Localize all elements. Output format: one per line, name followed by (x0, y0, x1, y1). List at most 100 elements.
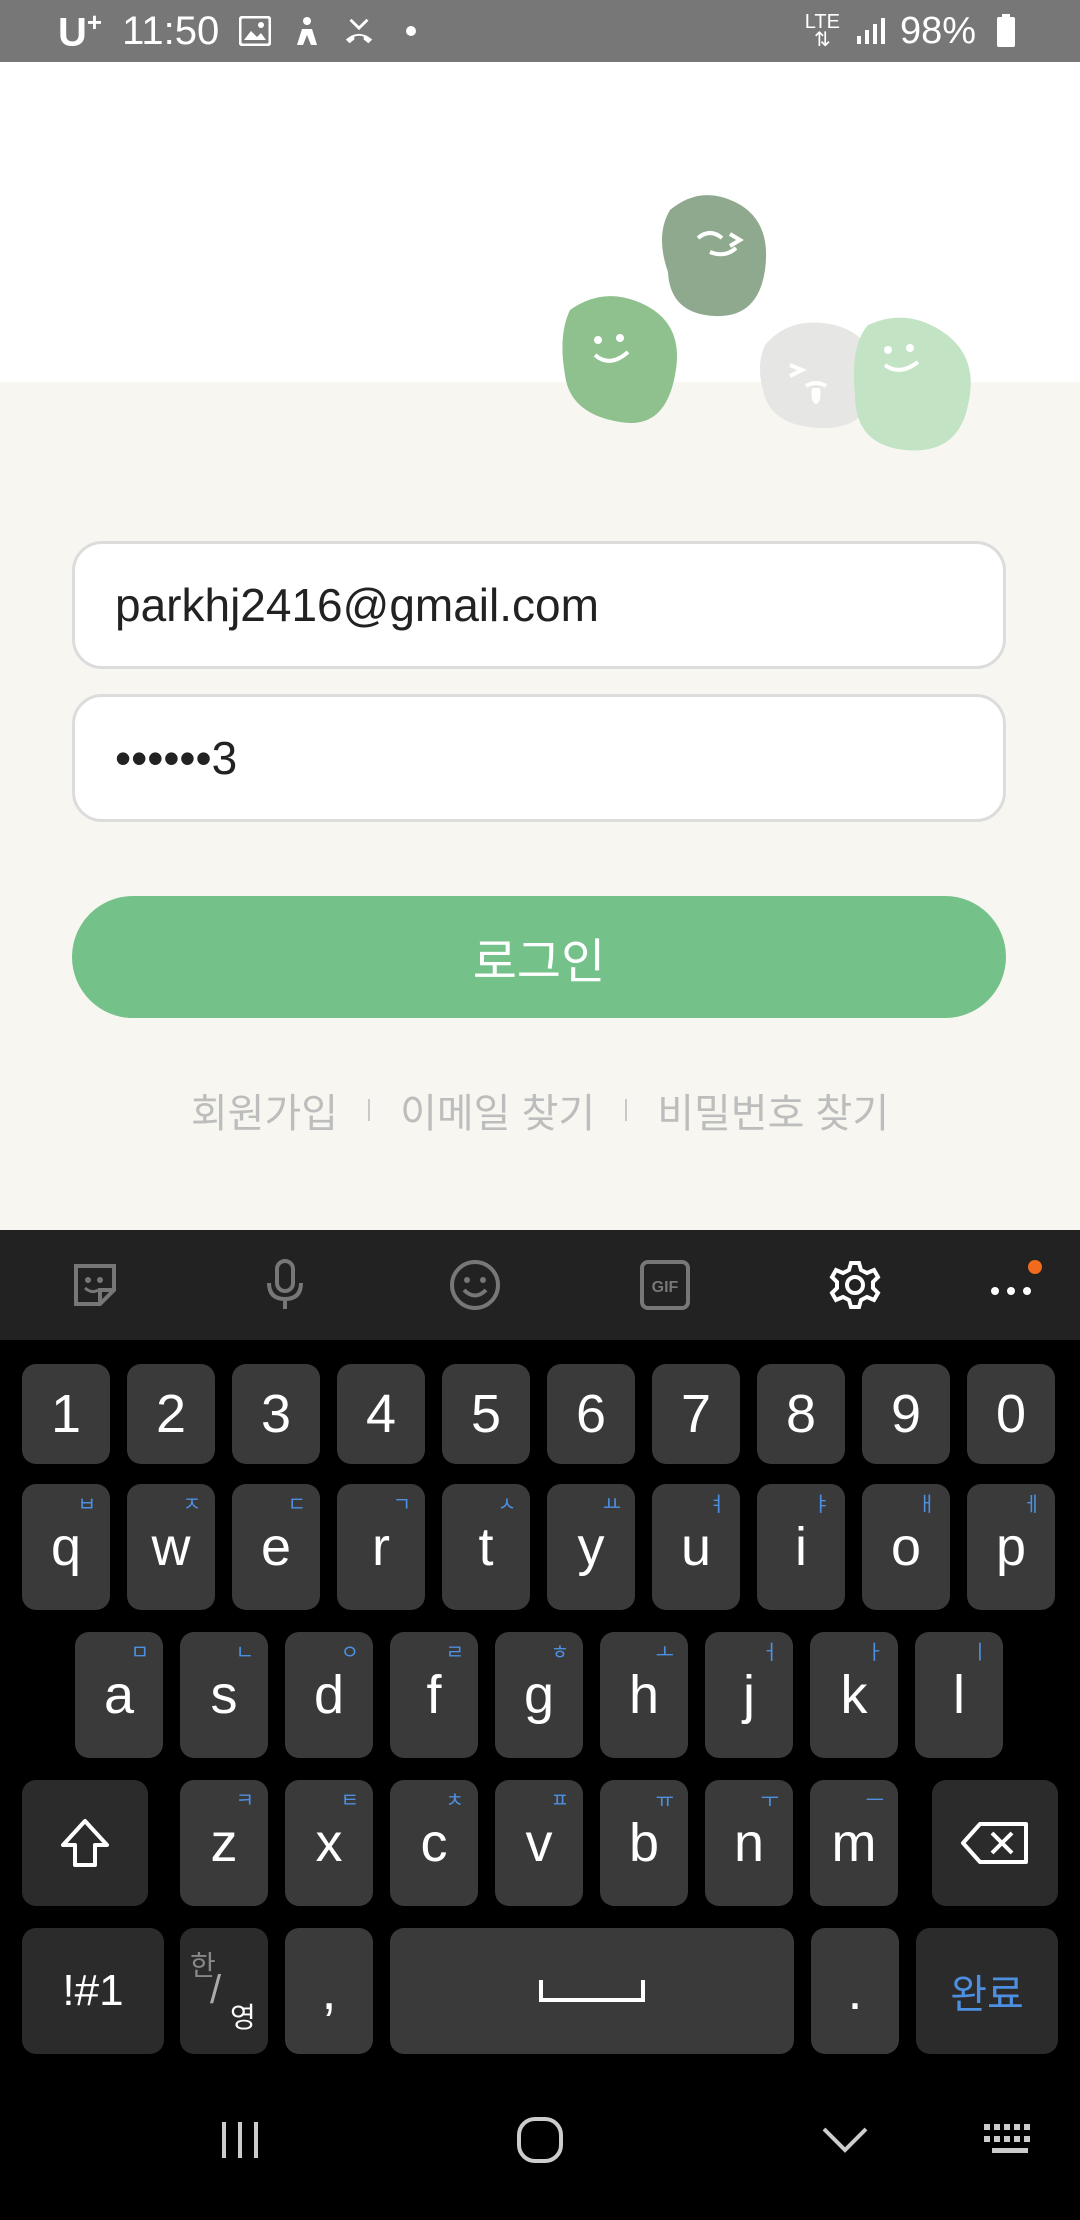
key-r-label: r (372, 1517, 390, 1577)
signal-icon (854, 15, 886, 47)
key-i-label: i (795, 1517, 807, 1577)
sticker-icon[interactable] (0, 1230, 190, 1340)
key-y[interactable]: yㅛ (547, 1484, 635, 1610)
key-r-hint: ㄱ (392, 1494, 411, 1516)
key-v-label: v (525, 1813, 553, 1873)
key-a[interactable]: aㅁ (75, 1632, 163, 1758)
key-o[interactable]: oㅐ (862, 1484, 950, 1610)
key-n[interactable]: nㅜ (705, 1780, 793, 1906)
dot-icon (395, 15, 427, 47)
key-4[interactable]: 4 (337, 1364, 425, 1464)
done-key[interactable]: 완료 (916, 1928, 1058, 2054)
language-key[interactable]: 한 / 영 (180, 1928, 268, 2054)
key-m-label: m (831, 1813, 877, 1873)
navigation-bar (0, 2060, 1080, 2220)
comma-key[interactable]: , (285, 1928, 373, 2054)
backspace-key[interactable] (932, 1780, 1058, 1906)
key-f[interactable]: fㄹ (390, 1632, 478, 1758)
shift-icon (61, 1819, 109, 1867)
key-e[interactable]: eㄷ (232, 1484, 320, 1610)
key-9[interactable]: 9 (862, 1364, 950, 1464)
slash-glyph: / (210, 1968, 222, 2012)
key-q-label: q (50, 1517, 82, 1577)
account-links: 회원가입 이메일 찾기 비밀번호 찾기 (0, 1080, 1080, 1140)
key-h-label: h (628, 1665, 660, 1725)
key-0[interactable]: 0 (967, 1364, 1055, 1464)
key-w[interactable]: wㅈ (127, 1484, 215, 1610)
period-key[interactable]: . (811, 1928, 899, 2054)
key-g[interactable]: gㅎ (495, 1632, 583, 1758)
key-q-hint: ㅂ (77, 1494, 96, 1516)
key-n-label: n (733, 1813, 765, 1873)
key-8[interactable]: 8 (757, 1364, 845, 1464)
emoji-icon[interactable] (380, 1230, 570, 1340)
email-field[interactable]: parkhj2416@gmail.com (72, 541, 1006, 669)
key-e-label: e (260, 1517, 292, 1577)
accessibility-icon (291, 15, 323, 47)
key-h[interactable]: hㅗ (600, 1632, 688, 1758)
svg-text:GIF: GIF (652, 1279, 679, 1296)
back-icon[interactable] (785, 2060, 905, 2220)
home-icon[interactable] (480, 2060, 600, 2220)
key-c-label: c (420, 1813, 448, 1873)
key-p[interactable]: pㅔ (967, 1484, 1055, 1610)
key-v[interactable]: vㅍ (495, 1780, 583, 1906)
recent-apps-icon[interactable] (180, 2060, 300, 2220)
key-m-hint: ㅡ (865, 1790, 884, 1812)
key-j[interactable]: jㅓ (705, 1632, 793, 1758)
key-n-hint: ㅜ (760, 1790, 779, 1812)
key-8-label: 8 (785, 1384, 817, 1444)
key-s[interactable]: sㄴ (180, 1632, 268, 1758)
key-t[interactable]: tㅅ (442, 1484, 530, 1610)
key-2[interactable]: 2 (127, 1364, 215, 1464)
key-5-label: 5 (470, 1384, 502, 1444)
microphone-icon[interactable] (190, 1230, 380, 1340)
symbols-key-label: !#1 (62, 1966, 124, 2015)
key-i[interactable]: iㅑ (757, 1484, 845, 1610)
key-u-label: u (680, 1517, 712, 1577)
keyboard-icon[interactable] (960, 2060, 1060, 2220)
key-q[interactable]: qㅂ (22, 1484, 110, 1610)
key-d[interactable]: dㅇ (285, 1632, 373, 1758)
key-1[interactable]: 1 (22, 1364, 110, 1464)
more-icon[interactable] (920, 1230, 1080, 1340)
keyboard: !#1 한 / 영 , . 완료 1234567890qㅂwㅈeㄷrㄱtㅅyㅛu… (0, 1340, 1080, 2060)
login-button[interactable]: 로그인 (72, 896, 1006, 1018)
key-5[interactable]: 5 (442, 1364, 530, 1464)
shift-key[interactable] (22, 1780, 148, 1906)
key-c[interactable]: cㅊ (390, 1780, 478, 1906)
key-x[interactable]: xㅌ (285, 1780, 373, 1906)
key-3-label: 3 (260, 1384, 292, 1444)
space-key[interactable] (390, 1928, 794, 2054)
key-6[interactable]: 6 (547, 1364, 635, 1464)
password-value: ••••••3 (115, 732, 238, 784)
battery-percent: 98% (899, 9, 976, 52)
key-u[interactable]: uㅕ (652, 1484, 740, 1610)
key-r[interactable]: rㄱ (337, 1484, 425, 1610)
find-password-link[interactable]: 비밀번호 찾기 (657, 1081, 889, 1139)
password-field[interactable]: ••••••3 (72, 694, 1006, 822)
find-email-link[interactable]: 이메일 찾기 (400, 1081, 595, 1139)
key-a-hint: ㅁ (130, 1642, 149, 1664)
symbols-key[interactable]: !#1 (22, 1928, 164, 2054)
key-k[interactable]: kㅏ (810, 1632, 898, 1758)
key-s-hint: ㄴ (235, 1642, 254, 1664)
gif-icon[interactable]: GIF (570, 1230, 760, 1340)
key-d-hint: ㅇ (340, 1642, 359, 1664)
carrier-label: U+ (58, 6, 103, 55)
language-key-english: 영 (230, 2002, 256, 2033)
gallery-icon (239, 15, 272, 47)
keyboard-toolbar: GIF (0, 1230, 1080, 1340)
key-m[interactable]: mㅡ (810, 1780, 898, 1906)
key-7[interactable]: 7 (652, 1364, 740, 1464)
key-j-hint: ㅓ (760, 1642, 779, 1664)
key-3[interactable]: 3 (232, 1364, 320, 1464)
key-s-label: s (210, 1665, 238, 1725)
key-l[interactable]: lㅣ (915, 1632, 1003, 1758)
key-x-hint: ㅌ (340, 1790, 359, 1812)
key-z[interactable]: zㅋ (180, 1780, 268, 1906)
key-c-hint: ㅊ (445, 1790, 464, 1812)
signup-link[interactable]: 회원가입 (191, 1081, 338, 1139)
key-b-hint: ㅠ (655, 1790, 674, 1812)
key-b[interactable]: bㅠ (600, 1780, 688, 1906)
